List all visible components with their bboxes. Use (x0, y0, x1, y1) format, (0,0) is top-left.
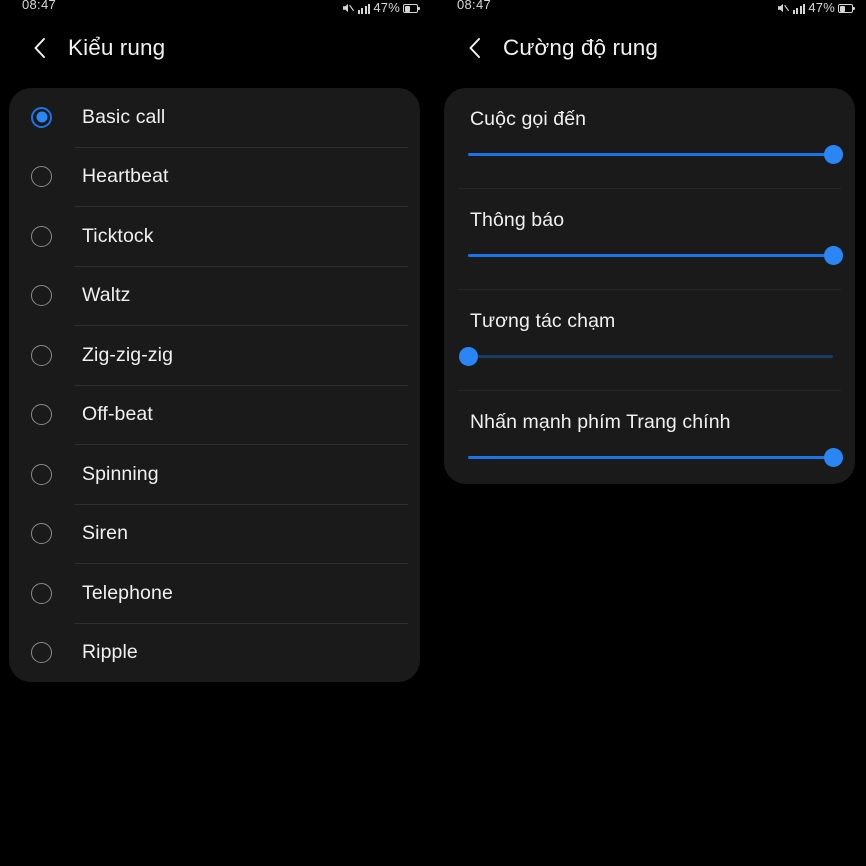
slider-group-touch-interaction: Tương tác chạm (444, 290, 855, 383)
radio-button[interactable] (31, 285, 52, 307)
list-item[interactable]: Spinning (9, 445, 420, 504)
battery-icon (403, 4, 420, 13)
slider-fill (468, 153, 833, 156)
mute-icon (342, 2, 355, 14)
status-indicators: 47% (342, 0, 420, 15)
slider-thumb[interactable] (823, 448, 843, 467)
status-time: 08:47 (22, 0, 57, 12)
list-item-label: Off-beat (82, 403, 153, 426)
slider-group-notification: Thông báo (444, 189, 855, 282)
page-title: Cường độ rung (503, 35, 658, 60)
signal-icon (792, 3, 806, 14)
radio-button[interactable] (31, 106, 52, 128)
dual-screenshot: 08:47 47% Kiểu rung Basic call Heartbeat… (0, 0, 866, 866)
slider-track (468, 355, 833, 358)
intensity-slider[interactable] (468, 440, 843, 474)
list-item-label: Spinning (82, 462, 159, 485)
list-item[interactable]: Ripple (9, 624, 420, 683)
list-item[interactable]: Off-beat (9, 386, 420, 445)
list-item[interactable]: Waltz (9, 267, 420, 326)
slider-label: Thông báo (470, 209, 565, 231)
radio-button[interactable] (31, 404, 52, 426)
list-item-label: Heartbeat (82, 165, 169, 188)
list-item[interactable]: Ticktock (9, 207, 420, 266)
page-title: Kiểu rung (68, 35, 166, 60)
battery-percent: 47% (373, 0, 400, 15)
vibration-intensity-card: Cuộc gọi đến Thông báo Tương tác chạm Nh… (444, 88, 855, 484)
radio-button[interactable] (31, 166, 52, 188)
slider-thumb[interactable] (458, 347, 478, 366)
list-item-label: Ticktock (82, 224, 154, 247)
slider-thumb[interactable] (823, 246, 843, 265)
status-bar: 08:47 47% (435, 0, 866, 17)
slider-label: Tương tác chạm (470, 310, 616, 332)
intensity-slider[interactable] (468, 137, 843, 171)
battery-percent: 47% (808, 0, 835, 15)
radio-button[interactable] (31, 344, 52, 366)
list-item-label: Telephone (82, 581, 173, 604)
list-item-label: Siren (82, 522, 129, 545)
radio-button[interactable] (31, 463, 52, 485)
radio-button[interactable] (31, 225, 52, 247)
signal-icon (357, 3, 371, 14)
left-app-bar: Kiểu rung (0, 17, 431, 79)
slider-thumb[interactable] (823, 145, 843, 164)
intensity-slider[interactable] (458, 339, 833, 373)
back-button[interactable] (461, 35, 487, 61)
left-phone-screen: 08:47 47% Kiểu rung Basic call Heartbeat… (0, 0, 431, 866)
list-item-label: Zig-zig-zig (82, 343, 174, 366)
slider-group-home-key: Nhấn mạnh phím Trang chính (444, 391, 855, 484)
intensity-slider[interactable] (468, 238, 843, 272)
slider-fill (468, 254, 833, 257)
list-item[interactable]: Siren (9, 505, 420, 564)
slider-label: Cuộc gọi đến (470, 108, 587, 130)
list-item-label: Basic call (82, 105, 166, 128)
vibration-pattern-card: Basic call Heartbeat Ticktock Waltz Zig-… (9, 88, 420, 682)
status-bar: 08:47 47% (0, 0, 431, 17)
radio-button[interactable] (31, 523, 52, 545)
list-item-label: Ripple (82, 641, 138, 664)
slider-group-incoming-call: Cuộc gọi đến (444, 88, 855, 181)
battery-icon (838, 4, 855, 13)
status-time: 08:47 (457, 0, 492, 12)
slider-label: Nhấn mạnh phím Trang chính (470, 411, 731, 433)
right-phone-screen: 08:47 47% Cường độ rung Cuộc gọi đến Thô… (435, 0, 866, 866)
list-item[interactable]: Heartbeat (9, 148, 420, 207)
slider-fill (468, 456, 833, 459)
list-item[interactable]: Zig-zig-zig (9, 326, 420, 385)
list-item[interactable]: Telephone (9, 564, 420, 623)
right-app-bar: Cường độ rung (435, 17, 866, 79)
chevron-left-icon (469, 38, 480, 58)
radio-button[interactable] (31, 642, 52, 664)
radio-button[interactable] (31, 582, 52, 604)
back-button[interactable] (26, 35, 52, 61)
status-indicators: 47% (777, 0, 855, 15)
mute-icon (777, 2, 790, 14)
list-item[interactable]: Basic call (9, 88, 420, 147)
list-item-label: Waltz (82, 284, 131, 307)
chevron-left-icon (34, 38, 45, 58)
